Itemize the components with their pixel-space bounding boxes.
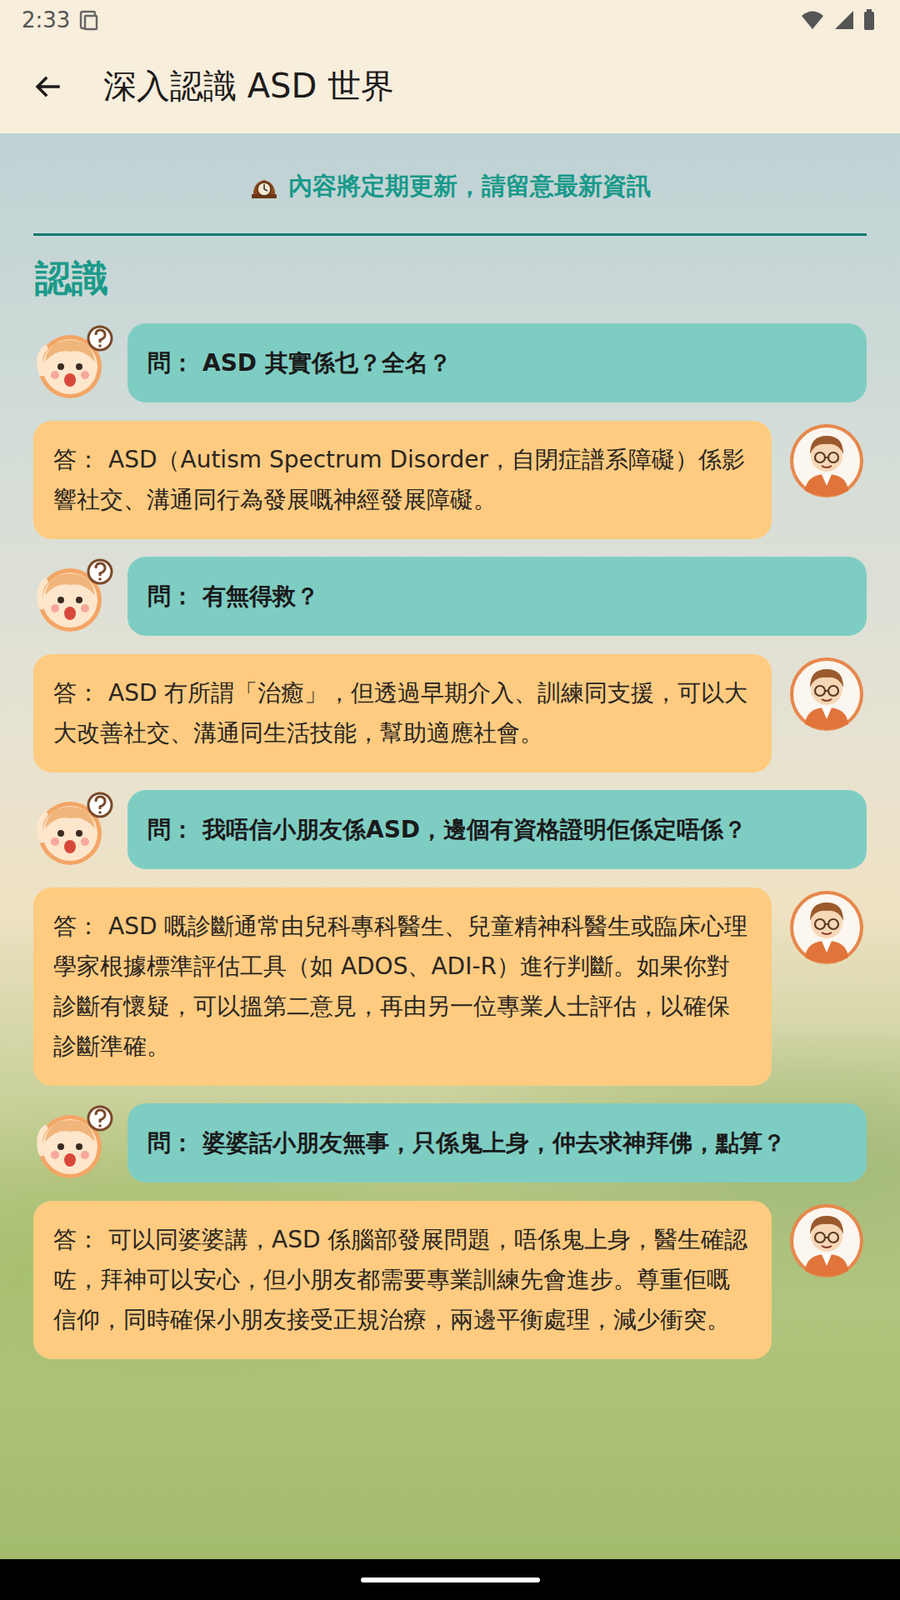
answer-row: 答：可以同婆婆講，ASD 係腦部發展問題，唔係鬼上身，醫生確認咗，拜神可以安心，…: [33, 1200, 867, 1360]
app-title: 深入認識 ASD 世界: [103, 63, 395, 110]
bubble-label: 問：: [147, 1129, 195, 1157]
gesture-handle[interactable]: [360, 1577, 540, 1583]
qa-list: 問：ASD 其實係乜？全名？答：ASD（Autism Spectrum Diso…: [33, 323, 867, 1360]
status-time: 2:33: [21, 7, 70, 33]
child-avatar-icon: [33, 323, 114, 404]
answer-bubble: 答：ASD（Autism Spectrum Disorder，自閉症譜系障礙）係…: [33, 420, 772, 540]
answer-bubble: 答：ASD 冇所謂「治癒」，但透過早期介入、訓練同支援，可以大大改善社交、溝通同…: [33, 654, 772, 773]
answer-row: 答：ASD（Autism Spectrum Disorder，自閉症譜系障礙）係…: [33, 420, 867, 540]
bubble-label: 問：: [147, 349, 195, 377]
answer-row: 答：ASD 嘅診斷通常由兒科專科醫生、兒童精神科醫生或臨床心理學家根據標準評估工…: [33, 887, 867, 1086]
answer-bubble: 答：ASD 嘅診斷通常由兒科專科醫生、兒童精神科醫生或臨床心理學家根據標準評估工…: [33, 887, 772, 1086]
status-right: [800, 9, 875, 31]
back-arrow-icon[interactable]: [33, 72, 62, 101]
divider-line: [33, 233, 867, 236]
bubble-label: 問：: [147, 815, 195, 844]
message-text: ASD（Autism Spectrum Disorder，自閉症譜系障礙）係影響…: [53, 445, 745, 514]
child-avatar-icon: [33, 556, 114, 637]
teacher-avatar-icon: [786, 420, 867, 501]
content-area[interactable]: 內容將定期更新，請留意最新資訊認識問：ASD 其實係乜？全名？答：ASD（Aut…: [0, 133, 900, 1560]
message-text: 婆婆話小朋友無事，只係鬼上身，仲去求神拜佛，點算？: [202, 1129, 786, 1157]
status-bar: 2:33: [0, 0, 900, 40]
question-row: 問：有無得救？: [33, 556, 867, 637]
status-left: 2:33: [21, 7, 100, 33]
message-text: 有無得救？: [202, 582, 320, 610]
message-text: ASD 冇所謂「治癒」，但透過早期介入、訓練同支援，可以大大改善社交、溝通同生活…: [53, 679, 748, 747]
clock-icon: [250, 172, 279, 201]
bubble-text: 答：可以同婆婆講，ASD 係腦部發展問題，唔係鬼上身，醫生確認咗，拜神可以安心，…: [53, 1220, 752, 1340]
screenshot-icon: [78, 9, 100, 31]
teacher-avatar-icon: [786, 887, 867, 968]
question-row: 問：婆婆話小朋友無事，只係鬼上身，仲去求神拜佛，點算？: [33, 1103, 867, 1184]
bubble-text: 答：ASD 嘅診斷通常由兒科專科醫生、兒童精神科醫生或臨床心理學家根據標準評估工…: [53, 906, 752, 1067]
message-text: 我唔信小朋友係ASD，邊個有資格證明佢係定唔係？: [202, 815, 747, 844]
bubble-text: 問：ASD 其實係乜？全名？: [147, 343, 452, 384]
wifi-icon: [800, 9, 825, 31]
answer-row: 答：ASD 冇所謂「治癒」，但透過早期介入、訓練同支援，可以大大改善社交、溝通同…: [33, 654, 867, 773]
message-text: ASD 其實係乜？全名？: [202, 349, 452, 377]
bubble-label: 問：: [147, 582, 195, 610]
question-row: 問：ASD 其實係乜？全名？: [33, 323, 867, 404]
child-avatar-icon: [33, 790, 114, 870]
bubble-text: 答：ASD 冇所謂「治癒」，但透過早期介入、訓練同支援，可以大大改善社交、溝通同…: [53, 673, 752, 754]
question-bubble: 問：有無得救？: [127, 556, 867, 636]
child-avatar-icon: [33, 1103, 114, 1184]
update-notice: 內容將定期更新，請留意最新資訊: [33, 133, 867, 204]
notice-text: 內容將定期更新，請留意最新資訊: [288, 170, 651, 204]
bubble-label: 答：: [53, 679, 100, 707]
teacher-avatar-icon: [786, 654, 867, 735]
bubble-text: 問：我唔信小朋友係ASD，邊個有資格證明佢係定唔係？: [147, 810, 747, 850]
navigation-bar: [0, 1559, 900, 1600]
bubble-label: 答：: [53, 445, 100, 474]
app-bar: 深入認識 ASD 世界: [0, 39, 900, 134]
question-bubble: 問：婆婆話小朋友無事，只係鬼上身，仲去求神拜佛，點算？: [127, 1103, 867, 1183]
bubble-text: 問：婆婆話小朋友無事，只係鬼上身，仲去求神拜佛，點算？: [147, 1123, 786, 1164]
battery-icon: [863, 9, 875, 31]
bubble-text: 問：有無得救？: [147, 576, 320, 617]
bubble-label: 答：: [53, 912, 100, 940]
bubble-text: 答：ASD（Autism Spectrum Disorder，自閉症譜系障礙）係…: [53, 440, 752, 520]
question-bubble: 問：ASD 其實係乜？全名？: [127, 323, 867, 403]
question-bubble: 問：我唔信小朋友係ASD，邊個有資格證明佢係定唔係？: [127, 790, 867, 870]
signal-icon: [833, 9, 855, 31]
message-text: ASD 嘅診斷通常由兒科專科醫生、兒童精神科醫生或臨床心理學家根據標準評估工具（…: [53, 912, 748, 1060]
answer-bubble: 答：可以同婆婆講，ASD 係腦部發展問題，唔係鬼上身，醫生確認咗，拜神可以安心，…: [33, 1200, 772, 1360]
message-text: 可以同婆婆講，ASD 係腦部發展問題，唔係鬼上身，醫生確認咗，拜神可以安心，但小…: [53, 1225, 748, 1334]
question-row: 問：我唔信小朋友係ASD，邊個有資格證明佢係定唔係？: [33, 790, 867, 870]
teacher-avatar-icon: [786, 1200, 867, 1281]
section-title: 認識: [35, 254, 867, 304]
bubble-label: 答：: [53, 1225, 100, 1254]
